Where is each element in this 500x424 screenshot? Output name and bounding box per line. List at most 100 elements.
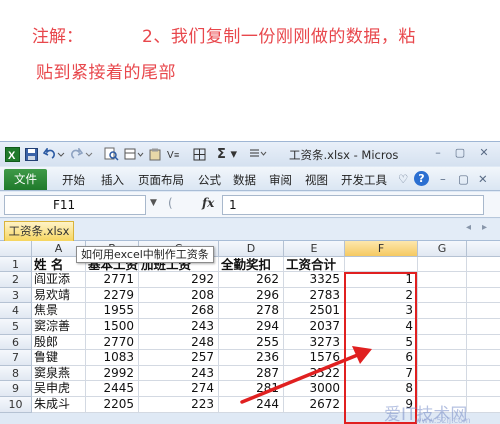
fx-icon[interactable]: fx — [202, 196, 214, 210]
favorite-icon[interactable]: ♡ — [398, 172, 408, 186]
cell-h7[interactable] — [467, 350, 500, 366]
scroll-right-icon[interactable]: ▸ — [482, 222, 487, 233]
cell-f3[interactable]: 2 — [345, 287, 418, 304]
tab-developer[interactable]: 开发工具 — [341, 172, 387, 188]
chevron-down-icon[interactable]: ▼ — [150, 198, 157, 208]
name-box[interactable]: F11 — [4, 195, 146, 215]
align-icon[interactable] — [248, 146, 268, 162]
cell-d1[interactable]: 全勤奖扣 — [219, 256, 284, 273]
cell-d10[interactable]: 244 — [219, 397, 284, 413]
help-icon[interactable]: ? — [414, 171, 429, 186]
cell-d4[interactable]: 278 — [219, 303, 284, 319]
cell-b4[interactable]: 1955 — [86, 303, 139, 319]
cell-h5[interactable] — [467, 319, 500, 335]
row-header[interactable]: 9 — [0, 381, 32, 397]
cell-b8[interactable]: 2992 — [86, 365, 139, 382]
sum-icon[interactable]: Σ ▾ — [214, 146, 240, 162]
cell-f9[interactable]: 8 — [345, 381, 418, 397]
tab-file[interactable]: 文件 — [4, 169, 47, 190]
tab-home[interactable]: 开始 — [62, 172, 85, 188]
tab-review[interactable]: 审阅 — [269, 172, 292, 188]
cell-a9[interactable]: 吴申虎 — [32, 381, 86, 397]
column-header-d[interactable]: D — [219, 241, 284, 257]
scroll-left-icon[interactable]: ◂ — [466, 222, 471, 233]
cell-d8[interactable]: 287 — [219, 365, 284, 382]
cell-e9[interactable]: 3000 — [284, 381, 345, 397]
tab-view[interactable]: 视图 — [305, 172, 328, 188]
cell-a4[interactable]: 焦景 — [32, 303, 86, 319]
cell-c10[interactable]: 223 — [139, 397, 219, 413]
cell-g6[interactable] — [418, 334, 467, 351]
cell-g4[interactable] — [418, 303, 467, 319]
cell-d9[interactable]: 281 — [219, 381, 284, 397]
cell-d3[interactable]: 296 — [219, 287, 284, 304]
ribbon-minimize-icon[interactable]: – — [440, 172, 446, 186]
cell-c3[interactable]: 208 — [139, 287, 219, 304]
column-header-g[interactable]: G — [418, 241, 467, 257]
cell-e1[interactable]: 工资合计 — [284, 256, 345, 273]
cell-f2[interactable]: 1 — [345, 272, 418, 288]
cell-g5[interactable] — [418, 319, 467, 335]
tab-page-layout[interactable]: 页面布局 — [138, 172, 184, 188]
border-icon[interactable] — [192, 146, 206, 162]
format-icon[interactable] — [123, 146, 145, 162]
cell-c7[interactable]: 257 — [139, 350, 219, 366]
tab-data[interactable]: 数据 — [233, 172, 256, 188]
cell-f1[interactable] — [345, 256, 418, 273]
cell-e8[interactable]: 3522 — [284, 365, 345, 382]
cell-h4[interactable] — [467, 303, 500, 319]
cell-f8[interactable]: 7 — [345, 365, 418, 382]
cell-d5[interactable]: 294 — [219, 319, 284, 335]
cell-a3[interactable]: 易欢靖 — [32, 287, 86, 304]
minimize-button[interactable]: – — [430, 145, 446, 161]
formula-input[interactable]: 1 — [222, 195, 484, 215]
cell-a10[interactable]: 朱成斗 — [32, 397, 86, 413]
cell-b10[interactable]: 2205 — [86, 397, 139, 413]
ribbon-close-icon[interactable]: ✕ — [478, 172, 488, 186]
cell-b5[interactable]: 1500 — [86, 319, 139, 335]
cell-b9[interactable]: 2445 — [86, 381, 139, 397]
cell-c2[interactable]: 292 — [139, 272, 219, 288]
cell-a6[interactable]: 殷郎 — [32, 334, 86, 351]
row-header[interactable]: 10 — [0, 397, 32, 413]
workbook-tab[interactable]: 工资条.xlsx — [4, 221, 74, 241]
cell-h1[interactable] — [467, 256, 500, 273]
cell-f4[interactable]: 3 — [345, 303, 418, 319]
row-header[interactable]: 8 — [0, 365, 32, 382]
cell-g2[interactable] — [418, 272, 467, 288]
cell-d6[interactable]: 255 — [219, 334, 284, 351]
cell-h3[interactable] — [467, 287, 500, 304]
cell-h9[interactable] — [467, 381, 500, 397]
cell-b2[interactable]: 2771 — [86, 272, 139, 288]
clipboard-icon[interactable] — [148, 146, 162, 162]
save-icon[interactable] — [24, 146, 38, 162]
cell-e6[interactable]: 3273 — [284, 334, 345, 351]
cell-a2[interactable]: 阎亚添 — [32, 272, 86, 288]
filter-icon[interactable]: V ≡ — [166, 146, 184, 162]
tab-formulas[interactable]: 公式 — [198, 172, 221, 188]
row-header[interactable]: 6 — [0, 334, 32, 351]
cell-e4[interactable]: 2501 — [284, 303, 345, 319]
print-preview-icon[interactable] — [103, 146, 119, 162]
cell-f6[interactable]: 5 — [345, 334, 418, 351]
row-header[interactable]: 7 — [0, 350, 32, 366]
row-header[interactable]: 1 — [0, 256, 32, 273]
cell-b3[interactable]: 2279 — [86, 287, 139, 304]
redo-icon[interactable] — [70, 146, 94, 162]
cell-e2[interactable]: 3325 — [284, 272, 345, 288]
cell-g9[interactable] — [418, 381, 467, 397]
select-all-corner[interactable] — [0, 241, 32, 257]
cell-a8[interactable]: 窦泉燕 — [32, 365, 86, 382]
ribbon-restore-icon[interactable]: ▢ — [458, 172, 469, 186]
column-header-h[interactable] — [467, 241, 500, 257]
cell-b7[interactable]: 1083 — [86, 350, 139, 366]
cell-h6[interactable] — [467, 334, 500, 351]
row-header[interactable]: 5 — [0, 319, 32, 335]
cell-h10[interactable] — [467, 397, 500, 413]
cell-d2[interactable]: 262 — [219, 272, 284, 288]
cell-g1[interactable] — [418, 256, 467, 273]
row-header[interactable]: 3 — [0, 287, 32, 304]
cell-c8[interactable]: 243 — [139, 365, 219, 382]
cell-a5[interactable]: 窦淙善 — [32, 319, 86, 335]
column-header-e[interactable]: E — [284, 241, 345, 257]
